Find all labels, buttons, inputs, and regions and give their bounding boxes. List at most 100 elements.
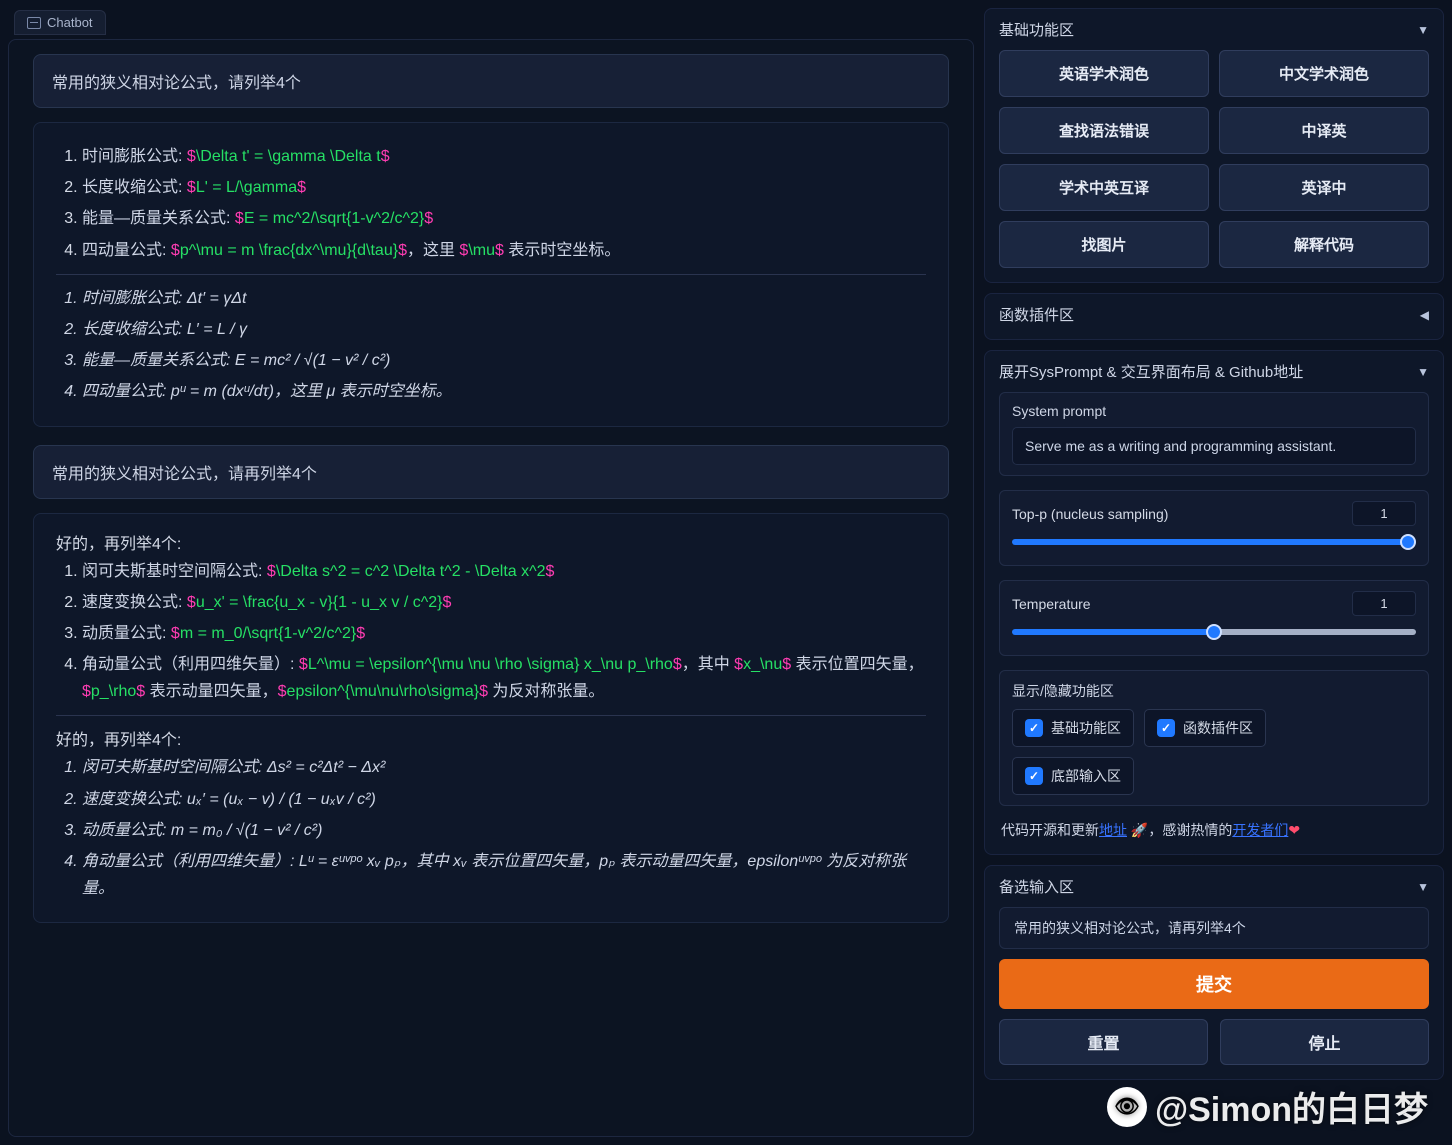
latex-delim: $: [546, 563, 555, 580]
divider: [56, 715, 926, 716]
credit-text: ，感谢热情的: [1148, 822, 1232, 838]
formula-label: 角动量公式（利用四维矢量）:: [82, 656, 299, 673]
user-message: 常用的狭义相对论公式，请再列举4个: [33, 445, 949, 499]
rocket-icon: 🚀: [1127, 822, 1148, 838]
fn-academic-translate[interactable]: 学术中英互译: [999, 164, 1209, 211]
latex-code: m = m_0/\sqrt{1-v^2/c^2}: [180, 625, 356, 642]
chevron-left-icon: ◀: [1420, 308, 1429, 322]
panel-header-sysprompt[interactable]: 展开SysPrompt & 交互界面布局 & Github地址 ▼: [999, 361, 1429, 382]
system-prompt-input[interactable]: Serve me as a writing and programming as…: [1012, 427, 1416, 465]
bot-intro: 好的，再列举4个:: [56, 726, 926, 750]
formula-suffix: 表示时空坐标。: [504, 242, 620, 259]
latex-code: p^\mu = m \frac{dx^\mu}{d\tau}: [180, 242, 398, 259]
latex-delim: $: [381, 148, 390, 165]
panel-title: 基础功能区: [999, 19, 1074, 40]
bot-message: 时间膨胀公式: $\Delta t' = \gamma \Delta t$ 长度…: [33, 122, 949, 427]
latex-code: L' = L/\gamma: [196, 179, 297, 196]
formula-suffix: ，这里: [407, 242, 459, 259]
temperature-value-input[interactable]: [1352, 591, 1416, 616]
fn-find-image[interactable]: 找图片: [999, 221, 1209, 268]
tab-chatbot[interactable]: Chatbot: [14, 10, 106, 35]
latex-delim: $: [356, 625, 365, 642]
bot-message: 好的，再列举4个: 闵可夫斯基时空间隔公式: $\Delta s^2 = c^2…: [33, 513, 949, 924]
stop-button[interactable]: 停止: [1220, 1019, 1429, 1065]
latex-delim: $: [187, 594, 196, 611]
latex-code: L^\mu = \epsilon^{\mu \nu \rho \sigma} x…: [308, 656, 673, 673]
panel-header-alt-input[interactable]: 备选输入区 ▼: [999, 876, 1429, 897]
formula-label: 速度变换公式:: [82, 594, 187, 611]
temperature-block: Temperature: [999, 580, 1429, 656]
credits-line: 代码开源和更新地址 🚀，感谢热情的开发者们❤: [1001, 820, 1429, 840]
alt-input-field[interactable]: [999, 907, 1429, 949]
latex-code: x_\nu: [743, 656, 782, 673]
latex-delim: $: [187, 179, 196, 196]
formula-mid: 表示动量四矢量，: [145, 683, 277, 700]
latex-delim: $: [398, 242, 407, 259]
fn-english-polish[interactable]: 英语学术润色: [999, 50, 1209, 97]
repo-link[interactable]: 地址: [1099, 822, 1127, 838]
topp-block: Top-p (nucleus sampling): [999, 490, 1429, 566]
rendered-formula: 速度变换公式: uₓ′ = (uₓ − v) / (1 − uₓv / c²): [82, 786, 926, 813]
latex-code: \mu: [468, 242, 495, 259]
formula-mid: ，其中: [682, 656, 734, 673]
toggle-plugin-area[interactable]: ✓函数插件区: [1144, 709, 1266, 747]
latex-code: \Delta s^2 = c^2 \Delta t^2 - \Delta x^2: [276, 563, 546, 580]
formula-mid: 表示位置四矢量，: [791, 656, 923, 673]
rendered-formula: 动质量公式: m = m₀ / √(1 − v² / c²): [82, 817, 926, 844]
chevron-down-icon: ▼: [1417, 23, 1429, 37]
panel-function-plugins: 函数插件区 ◀: [984, 293, 1444, 340]
rendered-formula: 闵可夫斯基时空间隔公式: Δs² = c²Δt² − Δx²: [82, 754, 926, 781]
formula-label: 时间膨胀公式:: [82, 148, 187, 165]
panel-alt-input: 备选输入区 ▼ 提交 重置 停止: [984, 865, 1444, 1080]
latex-code: \Delta t' = \gamma \Delta t: [196, 148, 381, 165]
formula-label: 长度收缩公式:: [82, 179, 187, 196]
latex-delim: $: [267, 563, 276, 580]
topp-slider[interactable]: [1012, 539, 1416, 545]
chat-area[interactable]: 常用的狭义相对论公式，请列举4个 时间膨胀公式: $\Delta t' = \g…: [8, 39, 974, 1137]
devs-link[interactable]: 开发者们: [1232, 822, 1288, 838]
fn-grammar-check[interactable]: 查找语法错误: [999, 107, 1209, 154]
submit-button[interactable]: 提交: [999, 959, 1429, 1009]
fn-explain-code[interactable]: 解释代码: [1219, 221, 1429, 268]
toggles-title: 显示/隐藏功能区: [1012, 681, 1416, 701]
toggle-bottom-input-area[interactable]: ✓底部输入区: [1012, 757, 1134, 795]
panel-header-plugins[interactable]: 函数插件区 ◀: [999, 304, 1429, 325]
latex-code: u_x' = \frac{u_x - v}{1 - u_x v / c^2}: [196, 594, 443, 611]
toggle-label: 函数插件区: [1183, 718, 1253, 738]
reset-button[interactable]: 重置: [999, 1019, 1208, 1065]
tab-label: Chatbot: [47, 15, 93, 30]
rendered-formula: 长度收缩公式: L′ = L / γ: [82, 316, 926, 343]
system-prompt-label: System prompt: [1012, 403, 1416, 419]
panel-title: 函数插件区: [999, 304, 1074, 325]
latex-delim: $: [278, 683, 287, 700]
latex-delim: $: [299, 656, 308, 673]
latex-code: p_\rho: [91, 683, 136, 700]
latex-code: E = mc^2/\sqrt{1-v^2/c^2}: [244, 210, 424, 227]
panel-sysprompt-layout: 展开SysPrompt & 交互界面布局 & Github地址 ▼ System…: [984, 350, 1444, 855]
fn-en-to-zh[interactable]: 英译中: [1219, 164, 1429, 211]
user-message: 常用的狭义相对论公式，请列举4个: [33, 54, 949, 108]
panel-basic-functions: 基础功能区 ▼ 英语学术润色 中文学术润色 查找语法错误 中译英 学术中英互译 …: [984, 8, 1444, 283]
chevron-down-icon: ▼: [1417, 365, 1429, 379]
latex-delim: $: [171, 242, 180, 259]
fn-chinese-polish[interactable]: 中文学术润色: [1219, 50, 1429, 97]
check-icon: ✓: [1025, 767, 1043, 785]
latex-delim: $: [734, 656, 743, 673]
panel-header-basic[interactable]: 基础功能区 ▼: [999, 19, 1429, 40]
chevron-down-icon: ▼: [1417, 880, 1429, 894]
latex-delim: $: [443, 594, 452, 611]
rendered-formula: 时间膨胀公式: Δt′ = γΔt: [82, 285, 926, 312]
latex-delim: $: [782, 656, 791, 673]
rendered-formula: 四动量公式: pᵘ = m (dxᵘ/dτ)，这里 μ 表示时空坐标。: [82, 378, 926, 405]
formula-label: 动质量公式:: [82, 625, 171, 642]
fn-zh-to-en[interactable]: 中译英: [1219, 107, 1429, 154]
tab-bar: Chatbot: [8, 8, 974, 39]
temperature-slider[interactable]: [1012, 629, 1416, 635]
temperature-label: Temperature: [1012, 596, 1091, 612]
toggle-basic-area[interactable]: ✓基础功能区: [1012, 709, 1134, 747]
rendered-formula: 角动量公式（利用四维矢量）: Lᵘ = εᵘᵛᵖᵒ xᵥ pₚ，其中 xᵥ 表示…: [82, 848, 926, 902]
latex-delim: $: [673, 656, 682, 673]
topp-value-input[interactable]: [1352, 501, 1416, 526]
latex-delim: $: [479, 683, 488, 700]
heart-icon: ❤: [1288, 822, 1300, 838]
